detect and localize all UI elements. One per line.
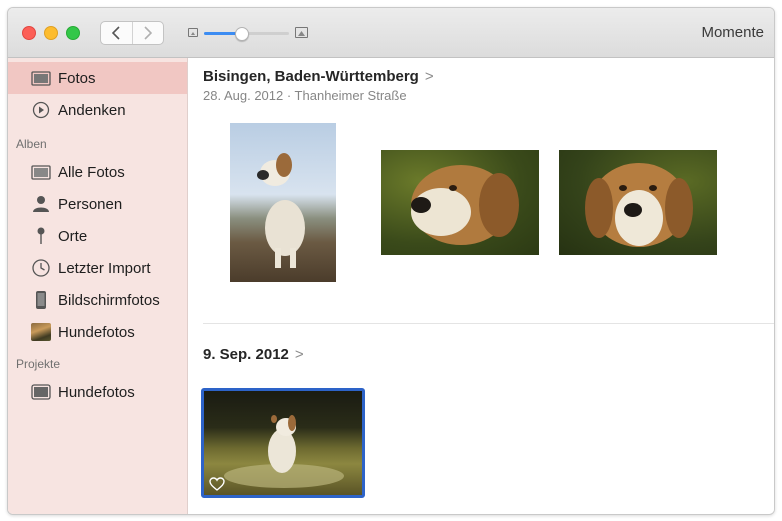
- albums-heading: Alben: [16, 137, 47, 151]
- moment-title[interactable]: Bisingen, Baden-Württemberg >: [203, 68, 434, 85]
- pin-icon: [31, 226, 51, 246]
- close-window-button[interactable]: [22, 26, 36, 40]
- moment-title-text: 9. Sep. 2012: [203, 346, 289, 363]
- minimize-window-button[interactable]: [44, 26, 58, 40]
- dog-photo: [411, 165, 519, 245]
- sidebar-item-fotos[interactable]: Fotos: [8, 62, 187, 94]
- chevron-right-icon: >: [424, 68, 434, 85]
- sidebar-item-label: Fotos: [58, 69, 96, 87]
- navigation-buttons: [100, 21, 164, 45]
- sidebar-item-bildschirmfotos[interactable]: Bildschirmfotos: [8, 284, 187, 316]
- photo-thumbnail-selected[interactable]: [201, 388, 365, 498]
- photos-window: Momente Fotos Andenken Alben Alle Fotos: [7, 7, 775, 515]
- sidebar-item-label: Andenken: [58, 101, 126, 119]
- chevron-right-icon: [144, 26, 152, 40]
- zoom-track[interactable]: [204, 27, 289, 41]
- sidebar-item-letzter-import[interactable]: Letzter Import: [8, 252, 187, 284]
- sidebar-item-alle-fotos[interactable]: Alle Fotos: [8, 156, 187, 188]
- chevron-right-icon: >: [294, 346, 304, 363]
- zoom-knob[interactable]: [235, 27, 250, 41]
- dog-photo: [224, 415, 344, 488]
- project-book-icon: [31, 382, 51, 402]
- dog-photo: [585, 163, 693, 247]
- phone-icon: [31, 290, 51, 310]
- person-icon: [31, 194, 51, 214]
- zoom-slider[interactable]: [188, 26, 308, 41]
- moment-divider: [203, 323, 774, 324]
- small-image-icon: [188, 28, 198, 37]
- chevron-left-icon: [112, 26, 121, 40]
- album-thumbnail-icon: [31, 322, 51, 342]
- large-image-icon: [295, 27, 308, 38]
- sidebar-item-orte[interactable]: Orte: [8, 220, 187, 252]
- view-title: Momente: [701, 24, 764, 41]
- sidebar-item-personen[interactable]: Personen: [8, 188, 187, 220]
- sidebar-item-label: Letzter Import: [58, 259, 151, 277]
- sidebar-item-label: Alle Fotos: [58, 163, 125, 181]
- fullscreen-window-button[interactable]: [66, 26, 80, 40]
- back-button[interactable]: [101, 22, 132, 44]
- photos-icon: [31, 68, 51, 88]
- moment-title-text: Bisingen, Baden-Württemberg: [203, 68, 419, 85]
- forward-button[interactable]: [131, 22, 163, 44]
- sidebar-item-label: Hundefotos: [58, 323, 135, 341]
- clock-icon: [31, 258, 51, 278]
- sidebar-item-label: Personen: [58, 195, 123, 213]
- all-photos-icon: [31, 162, 51, 182]
- sidebar-item-label: Orte: [58, 227, 88, 245]
- photo-thumbnail[interactable]: [230, 123, 336, 282]
- memories-icon: [31, 100, 51, 120]
- sidebar-item-label: Hundefotos: [58, 383, 135, 401]
- sidebar-item-hundefotos[interactable]: Hundefotos: [8, 316, 187, 348]
- toolbar: Momente: [8, 8, 774, 58]
- photo-thumbnail[interactable]: [381, 150, 539, 255]
- dog-photo: [257, 153, 305, 268]
- sidebar-item-label: Bildschirmfotos: [58, 291, 160, 309]
- sidebar-item-andenken[interactable]: Andenken: [8, 94, 187, 126]
- moment-subtitle: 28. Aug. 2012 · Thanheimer Straße: [203, 88, 407, 103]
- photo-thumbnail[interactable]: [559, 150, 717, 255]
- moment-title[interactable]: 9. Sep. 2012 >: [203, 346, 304, 363]
- heart-icon[interactable]: [209, 477, 225, 491]
- sidebar: Fotos Andenken Alben Alle Fotos Personen: [8, 58, 188, 514]
- sidebar-item-projekt-hundefotos[interactable]: Hundefotos: [8, 376, 187, 408]
- projects-heading: Projekte: [16, 357, 61, 371]
- moments-view: Bisingen, Baden-Württemberg > 28. Aug. 20…: [188, 58, 774, 514]
